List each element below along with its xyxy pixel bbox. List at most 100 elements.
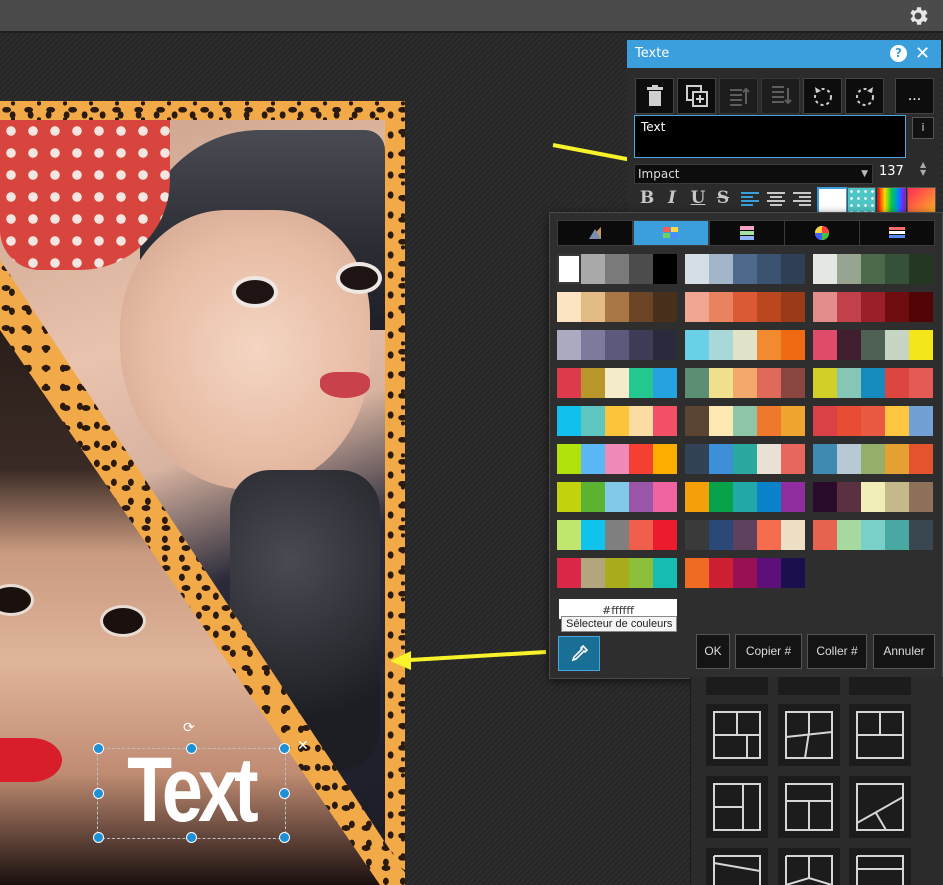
color-swatch[interactable] <box>709 558 733 588</box>
tab-gradients[interactable] <box>709 220 785 246</box>
color-swatch[interactable] <box>629 292 653 322</box>
delete-button[interactable] <box>635 78 674 114</box>
color-swatch[interactable] <box>757 482 781 512</box>
color-swatch[interactable] <box>861 444 885 474</box>
strikethrough-button[interactable]: S <box>713 188 733 210</box>
color-swatch[interactable] <box>909 368 933 398</box>
color-palette[interactable] <box>557 368 677 398</box>
text-gradient-swatch[interactable] <box>877 187 906 214</box>
color-palette[interactable] <box>557 330 677 360</box>
color-swatch[interactable] <box>581 406 605 436</box>
color-swatch[interactable] <box>557 444 581 474</box>
color-palette[interactable] <box>685 292 805 322</box>
color-swatch[interactable] <box>781 254 805 284</box>
color-swatch[interactable] <box>733 330 757 360</box>
color-swatch[interactable] <box>837 520 861 550</box>
color-swatch[interactable] <box>709 520 733 550</box>
layout-tile[interactable] <box>849 677 911 695</box>
color-swatch[interactable] <box>813 292 837 322</box>
tab-color-stripes[interactable] <box>859 220 935 246</box>
color-swatch[interactable] <box>605 520 629 550</box>
color-swatch[interactable] <box>909 330 933 360</box>
color-swatch[interactable] <box>605 254 629 284</box>
color-swatch[interactable] <box>861 368 885 398</box>
color-swatch[interactable] <box>709 330 733 360</box>
color-swatch[interactable] <box>837 406 861 436</box>
layout-tile[interactable] <box>778 704 840 766</box>
rotate-right-button[interactable] <box>845 78 884 114</box>
align-center-button[interactable] <box>767 191 785 207</box>
color-swatch[interactable] <box>733 520 757 550</box>
color-swatch[interactable] <box>909 444 933 474</box>
color-swatch[interactable] <box>733 482 757 512</box>
color-swatch[interactable] <box>813 406 837 436</box>
color-swatch[interactable] <box>685 368 709 398</box>
color-palette[interactable] <box>685 330 805 360</box>
layout-tile[interactable] <box>849 704 911 766</box>
color-swatch[interactable] <box>837 482 861 512</box>
color-swatch[interactable] <box>557 482 581 512</box>
color-swatch[interactable] <box>685 254 709 284</box>
color-swatch[interactable] <box>581 558 605 588</box>
bring-forward-button[interactable] <box>719 78 758 114</box>
color-swatch[interactable] <box>861 520 885 550</box>
color-swatch[interactable] <box>605 444 629 474</box>
color-swatch[interactable] <box>757 254 781 284</box>
color-swatch[interactable] <box>733 368 757 398</box>
font-select[interactable]: Impact ▼ <box>634 164 873 184</box>
color-swatch[interactable] <box>885 406 909 436</box>
color-swatch[interactable] <box>557 406 581 436</box>
color-swatch[interactable] <box>733 444 757 474</box>
color-swatch[interactable] <box>733 406 757 436</box>
color-swatch[interactable] <box>629 520 653 550</box>
color-swatch[interactable] <box>781 520 805 550</box>
color-swatch[interactable] <box>837 444 861 474</box>
help-icon[interactable]: ? <box>890 45 907 62</box>
color-swatch[interactable] <box>605 330 629 360</box>
color-swatch[interactable] <box>557 254 581 284</box>
layout-tile[interactable] <box>706 677 768 695</box>
color-swatch[interactable] <box>781 368 805 398</box>
eyedropper-button[interactable] <box>558 636 600 671</box>
color-palette[interactable] <box>813 330 933 360</box>
color-swatch[interactable] <box>813 520 837 550</box>
color-swatch[interactable] <box>653 406 677 436</box>
color-swatch[interactable] <box>581 330 605 360</box>
color-swatch[interactable] <box>757 520 781 550</box>
color-swatch[interactable] <box>653 330 677 360</box>
color-palette[interactable] <box>813 444 933 474</box>
color-swatch[interactable] <box>653 254 677 284</box>
text-content-input[interactable]: Text <box>634 115 906 158</box>
color-palette[interactable] <box>557 520 677 550</box>
color-palette[interactable] <box>813 368 933 398</box>
color-swatch[interactable] <box>709 444 733 474</box>
layout-tile[interactable] <box>778 677 840 695</box>
color-palette[interactable] <box>685 520 805 550</box>
color-swatch[interactable] <box>629 558 653 588</box>
color-swatch[interactable] <box>581 254 605 284</box>
color-swatch[interactable] <box>685 330 709 360</box>
color-swatch[interactable] <box>781 558 805 588</box>
color-swatch[interactable] <box>885 482 909 512</box>
color-swatch[interactable] <box>885 520 909 550</box>
color-swatch[interactable] <box>813 482 837 512</box>
color-swatch[interactable] <box>837 254 861 284</box>
color-swatch[interactable] <box>629 406 653 436</box>
color-swatch[interactable] <box>709 292 733 322</box>
color-swatch[interactable] <box>781 292 805 322</box>
color-palette[interactable] <box>685 482 805 512</box>
color-swatch[interactable] <box>581 292 605 322</box>
copy-hex-button[interactable]: Copier # <box>735 634 802 669</box>
color-swatch[interactable] <box>685 444 709 474</box>
color-swatch[interactable] <box>909 520 933 550</box>
color-swatch[interactable] <box>581 520 605 550</box>
color-palette[interactable] <box>685 558 805 588</box>
color-swatch[interactable] <box>557 558 581 588</box>
color-swatch[interactable] <box>837 330 861 360</box>
color-swatch[interactable] <box>757 292 781 322</box>
color-swatch[interactable] <box>629 330 653 360</box>
layout-tile[interactable] <box>706 848 768 885</box>
color-swatch[interactable] <box>909 406 933 436</box>
color-swatch[interactable] <box>837 368 861 398</box>
color-swatch[interactable] <box>813 444 837 474</box>
